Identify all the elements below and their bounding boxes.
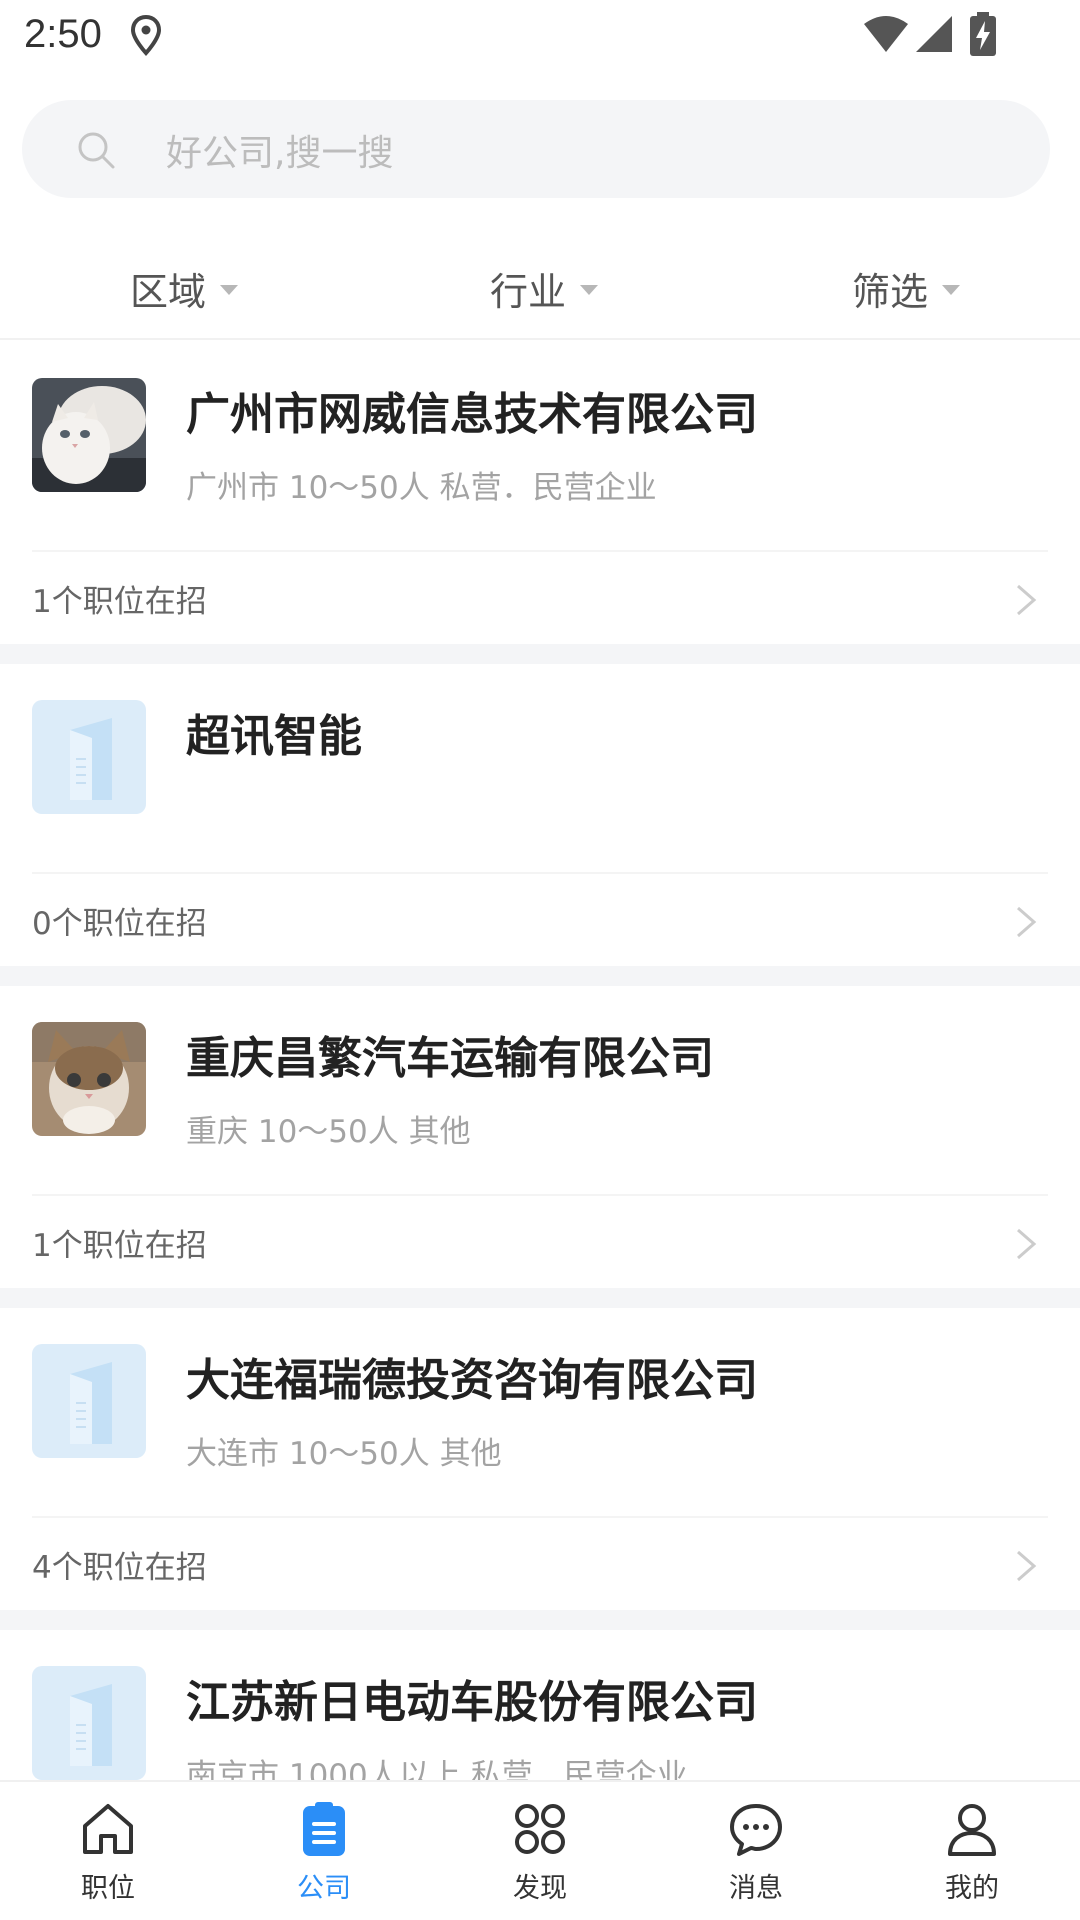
filter-industry-label: 行业 xyxy=(490,269,567,314)
location-icon xyxy=(130,14,162,56)
tab-company[interactable]: 公司 xyxy=(216,1782,432,1920)
building-placeholder-icon xyxy=(32,1344,146,1458)
signal-icon xyxy=(916,16,952,52)
caret-down-icon xyxy=(580,285,599,295)
card-separator xyxy=(0,966,1080,986)
filter-screen-label: 筛选 xyxy=(852,269,929,314)
card-separator xyxy=(0,1288,1080,1308)
open-positions-row[interactable]: 1个职位在招 xyxy=(0,1196,1080,1288)
company-card[interactable]: 超讯智能 0个职位在招 xyxy=(0,664,1080,966)
clipboard-icon xyxy=(303,1802,345,1856)
grid-icon xyxy=(515,1804,565,1854)
company-name: 广州市网威信息技术有限公司 xyxy=(186,389,758,440)
tab-discover[interactable]: 发现 xyxy=(432,1782,648,1920)
tab-label: 消息 xyxy=(729,1873,783,1904)
company-card[interactable]: 重庆昌繁汽车运输有限公司 重庆 10～50人 其他 1个职位在招 xyxy=(0,986,1080,1288)
open-positions-count: 1个职位在招 xyxy=(32,1228,207,1264)
chat-bubble-icon xyxy=(730,1804,782,1856)
building-placeholder-icon xyxy=(32,700,146,814)
caret-down-icon xyxy=(220,285,239,295)
tab-jobs[interactable]: 职位 xyxy=(0,1782,216,1920)
company-meta: 重庆 10～50人 其他 xyxy=(186,1114,471,1150)
open-positions-row[interactable]: 0个职位在招 xyxy=(0,874,1080,966)
card-separator xyxy=(0,1610,1080,1630)
tab-mine[interactable]: 我的 xyxy=(864,1782,1080,1920)
wifi-icon xyxy=(864,16,908,52)
company-name: 大连福瑞德投资咨询有限公司 xyxy=(186,1355,758,1406)
company-logo-cat-tabby xyxy=(32,1022,146,1136)
company-card[interactable]: 广州市网威信息技术有限公司 广州市 10～50人 私营．民营企业 1个职位在招 xyxy=(0,342,1080,644)
company-meta: 广州市 10～50人 私营．民营企业 xyxy=(186,470,657,506)
open-positions-row[interactable]: 1个职位在招 xyxy=(0,552,1080,644)
company-meta: 大连市 10～50人 其他 xyxy=(186,1436,502,1472)
battery-charging-icon xyxy=(970,12,996,56)
company-name: 超讯智能 xyxy=(186,711,362,762)
search-icon xyxy=(78,132,115,169)
filter-region-label: 区域 xyxy=(130,269,207,314)
company-card[interactable]: 江苏新日电动车股份有限公司 南京市 1000人以上 私营．民营企业 xyxy=(0,1630,1080,1780)
tab-messages[interactable]: 消息 xyxy=(648,1782,864,1920)
tab-label: 公司 xyxy=(297,1873,351,1904)
building-placeholder-icon xyxy=(32,1666,146,1780)
open-positions-count: 4个职位在招 xyxy=(32,1550,207,1586)
tab-label: 职位 xyxy=(81,1873,135,1904)
company-logo-cat-white xyxy=(32,378,146,492)
company-name: 江苏新日电动车股份有限公司 xyxy=(186,1677,758,1728)
chevron-right-icon xyxy=(1017,1228,1037,1260)
filter-bar: 区域 行业 筛选 xyxy=(0,236,1080,340)
person-icon xyxy=(948,1804,996,1856)
company-list[interactable]: 广州市网威信息技术有限公司 广州市 10～50人 私营．民营企业 1个职位在招 … xyxy=(0,342,1080,1780)
company-meta: 南京市 1000人以上 私营．民营企业 xyxy=(186,1758,688,1780)
tab-label: 发现 xyxy=(513,1873,567,1904)
company-name: 重庆昌繁汽车运输有限公司 xyxy=(186,1033,714,1084)
card-separator xyxy=(0,644,1080,664)
open-positions-count: 0个职位在招 xyxy=(32,906,207,942)
tab-label: 我的 xyxy=(945,1873,999,1904)
status-time: 2:50 xyxy=(24,12,102,56)
filter-region[interactable]: 区域 xyxy=(130,258,239,318)
search-input[interactable]: 好公司,搜一搜 xyxy=(22,100,1050,198)
filter-screen[interactable]: 筛选 xyxy=(852,258,961,318)
open-positions-row[interactable]: 4个职位在招 xyxy=(0,1518,1080,1610)
company-card[interactable]: 大连福瑞德投资咨询有限公司 大连市 10～50人 其他 4个职位在招 xyxy=(0,1308,1080,1610)
filter-industry[interactable]: 行业 xyxy=(490,258,599,318)
home-icon xyxy=(83,1804,133,1854)
bottom-tab-bar: 职位 公司 发现 消息 我的 xyxy=(0,1780,1080,1920)
search-placeholder: 好公司,搜一搜 xyxy=(166,133,394,174)
open-positions-count: 1个职位在招 xyxy=(32,584,207,620)
status-bar: 2:50 xyxy=(0,0,1080,72)
chevron-right-icon xyxy=(1017,1550,1037,1582)
chevron-right-icon xyxy=(1017,584,1037,616)
chevron-right-icon xyxy=(1017,906,1037,938)
caret-down-icon xyxy=(942,285,961,295)
